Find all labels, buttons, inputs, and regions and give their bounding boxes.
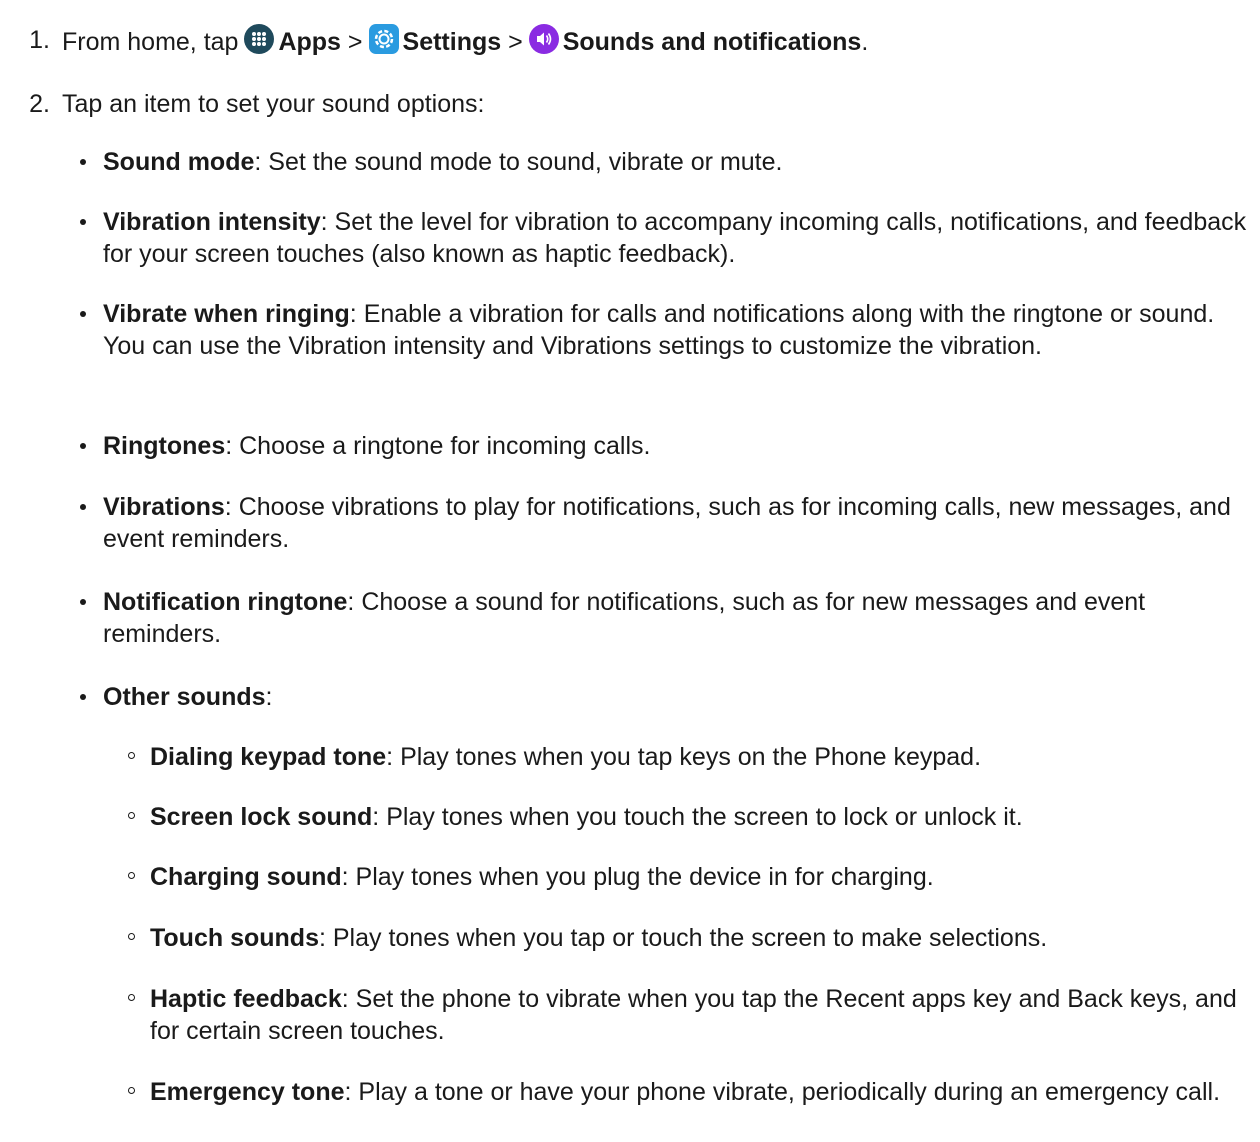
sub-option-desc: : Play tones when you tap or touch the s… [318,924,1048,952]
speaker-volume-icon [528,24,559,54]
option-desc: : [265,683,273,711]
period: . [861,28,869,56]
bullet [80,159,86,165]
apps-grid-icon [244,24,275,54]
option-desc: : Set the sound mode to sound, vibrate o… [254,148,783,176]
option-desc: : Choose a ringtone for incoming calls. [225,432,651,460]
bullet [80,443,86,449]
hollow-bullet [128,933,135,940]
bullet [80,694,86,700]
option-term: Other sounds [103,683,266,711]
sub-option-desc: : Play a tone or have your phone vibrate… [344,1078,1221,1106]
apps-label: Apps [278,28,341,56]
option-desc: : Choose vibrations to play for notifica… [103,493,1231,553]
bullet [80,219,86,225]
step-2: 2. Tap an item to set your sound options… [0,88,1250,120]
sub-option-term: Charging sound [150,863,342,891]
step-text: From home, tap Apps > Settings > Sounds … [50,24,868,58]
step-text: Tap an item to set your sound options: [62,90,485,118]
hollow-bullet [128,994,135,1001]
bullet [80,311,86,317]
separator: > [508,28,523,56]
step-1: 1. From home, tap Apps > Settings > Soun… [0,24,1250,58]
separator: > [347,28,363,56]
sub-option-term: Touch sounds [150,924,319,952]
sub-option-term: Dialing keypad tone [150,743,387,771]
sub-option-desc: : Play tones when you touch the screen t… [372,803,1023,831]
option-term: Notification ringtone [103,588,348,616]
step-number: 2. [29,90,50,118]
sub-option-term: Haptic feedback [150,985,342,1013]
sub-option-desc: : Play tones when you plug the device in… [341,863,934,891]
settings-label: Settings [402,28,502,56]
hollow-bullet [128,872,135,879]
hollow-bullet [128,812,135,819]
option-term: Vibration intensity [103,208,321,236]
hollow-bullet [128,1087,135,1094]
step-prefix: From home, tap [62,28,239,56]
sub-option-desc: : Play tones when you tap keys on the Ph… [386,743,982,771]
option-term: Vibrations [103,493,225,521]
bullet [80,599,86,605]
option-term: Sound mode [103,148,255,176]
sub-option-term: Emergency tone [150,1078,345,1106]
option-term: Vibrate when ringing [103,300,350,328]
hollow-bullet [128,752,135,759]
sounds-label: Sounds and notifications [562,28,862,56]
settings-gear-icon [368,24,399,54]
step-number: 1. [29,26,50,54]
sub-option-term: Screen lock sound [150,803,373,831]
bullet [80,504,86,510]
option-term: Ringtones [103,432,226,460]
